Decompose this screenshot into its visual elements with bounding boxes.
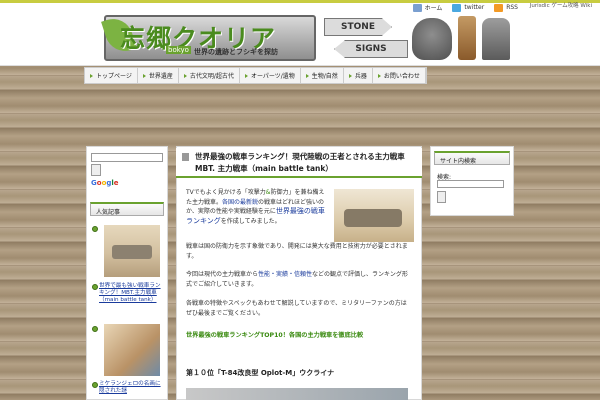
twitter-link-label: twitter [464, 4, 485, 11]
nav-item-world-heritage[interactable]: 世界遺産 [138, 68, 179, 83]
bullet-icon [92, 326, 98, 332]
home-link-label: ホーム [424, 5, 443, 12]
search-button[interactable] [91, 164, 101, 176]
rss-link-label: RSS [506, 4, 518, 11]
popular-item-link[interactable]: 世界で最も強い戦車ランキング！MBT.主力戦車（main battle tank… [99, 283, 163, 304]
logo-romaji: bokyo [166, 46, 191, 54]
arrow-icon [377, 73, 381, 78]
ranking-link[interactable]: 世界最強の戦車ランキングTOP10！各国の主力戦車を徹底比較 [186, 330, 363, 339]
olmec-head-image [412, 18, 452, 60]
nav-label: 兵器 [354, 73, 367, 80]
rss-link[interactable]: RSS [494, 3, 518, 12]
arrow-icon [348, 73, 352, 78]
nav-label: トップページ [96, 73, 132, 80]
google-letter: e [113, 179, 119, 187]
nav-item-ancient[interactable]: 古代文明/超古代 [179, 68, 240, 83]
header-links: ホーム twitter RSS [412, 3, 518, 12]
art-thumbnail[interactable] [104, 324, 160, 376]
rss-icon [494, 3, 504, 12]
home-link[interactable]: ホーム [412, 3, 443, 12]
section-subheading: 第１０位「T-84改良型 Oplot-M」ウクライナ [186, 369, 335, 377]
sign-signs: SIGNS [334, 40, 408, 58]
nav-label: オーパーツ/遺物 [250, 73, 295, 80]
nav-label: お問い合わせ [383, 73, 420, 80]
text: を作成してみました。 [220, 217, 281, 225]
article-paragraph-1: TVでもよく見かける「攻撃力&防御力」を兼ね備えた主力戦車。各国の最新鋭の戦車は… [186, 188, 330, 226]
site-search-heading: サイト内検索 [434, 151, 510, 165]
home-icon [412, 3, 422, 12]
bullet-icon [92, 226, 98, 232]
link-text[interactable]: 各国の最新鋭 [222, 199, 258, 206]
text: 今回は現代の主力戦車から [186, 271, 259, 278]
nav-item-contact[interactable]: お問い合わせ [373, 68, 426, 83]
sign-stone: STONE [324, 18, 392, 36]
totem-image [458, 16, 476, 60]
nav-item-ooparts[interactable]: オーパーツ/遺物 [240, 68, 301, 83]
nav-item-weapons[interactable]: 兵器 [344, 68, 373, 83]
site-tagline: Jurisdic ゲーム攻略 Wiki [530, 1, 592, 9]
article-paragraph-4: 各戦車の特徴やスペックもあわせて解説していますので、ミリタリーファンの方はぜひ最… [186, 300, 407, 317]
twitter-icon [452, 3, 462, 12]
bullet-icon [92, 382, 98, 388]
arrow-icon [90, 73, 93, 78]
tank-thumbnail[interactable] [104, 225, 160, 277]
nav-label: 世界遺産 [148, 73, 173, 80]
article-title: 世界最強の戦車ランキング！現代陸戦の王者とされる主力戦車MBT. 主力戦車（ma… [195, 152, 405, 173]
bullet-icon [92, 284, 98, 290]
logo-subtitle: 世界の遺跡とフシギを探訪 [194, 48, 278, 56]
arrow-icon [142, 73, 146, 78]
highlight-text: 性能・実績・信頼性 [258, 271, 313, 278]
site-tagline-text: Jurisdic ゲーム攻略 Wiki [529, 3, 592, 9]
article-paragraph-3: 今回は現代の主力戦車から性能・実績・信頼性などの観点で評価し、ランキング形式でご… [186, 270, 412, 289]
nav-item-nature[interactable]: 生物/自然 [301, 68, 344, 83]
document-icon [182, 153, 189, 161]
site-search-button[interactable] [437, 191, 446, 203]
site-logo[interactable]: 忘郷クオリア bokyo 世界の遺跡とフシギを探訪 [101, 13, 316, 61]
arrow-icon [183, 73, 187, 78]
search-input[interactable] [91, 153, 163, 162]
twitter-link[interactable]: twitter [452, 3, 485, 12]
arrow-icon [305, 73, 309, 78]
tank-image [334, 189, 414, 242]
article-paragraph-2: 戦車は国の防衛力を示す象徴であり、開発には莫大な費用と技術力が必要とされます。 [186, 243, 408, 260]
oplot-image [186, 388, 408, 400]
moai-image [482, 18, 510, 60]
popular-section-heading: 人気記事 [90, 202, 164, 216]
nav-item-home[interactable]: トップページ [85, 68, 138, 83]
google-logo: Google [91, 179, 119, 187]
site-search-input[interactable] [437, 180, 504, 188]
global-nav: トップページ 世界遺産 古代文明/超古代 オーパーツ/遺物 生物/自然 兵器 お… [84, 67, 427, 84]
popular-item-link[interactable]: ミケランジェロの名画に隠された謎 [99, 381, 163, 395]
nav-label: 生物/自然 [311, 73, 338, 80]
stone-signs: STONE SIGNS [320, 14, 408, 62]
nav-label: 古代文明/超古代 [189, 73, 234, 80]
arrow-icon [244, 73, 248, 78]
text: TVでもよく見かける「攻撃力 [186, 189, 266, 196]
site-banner[interactable]: 忘郷クオリア bokyo 世界の遺跡とフシギを探訪 STONE SIGNS [82, 12, 520, 64]
